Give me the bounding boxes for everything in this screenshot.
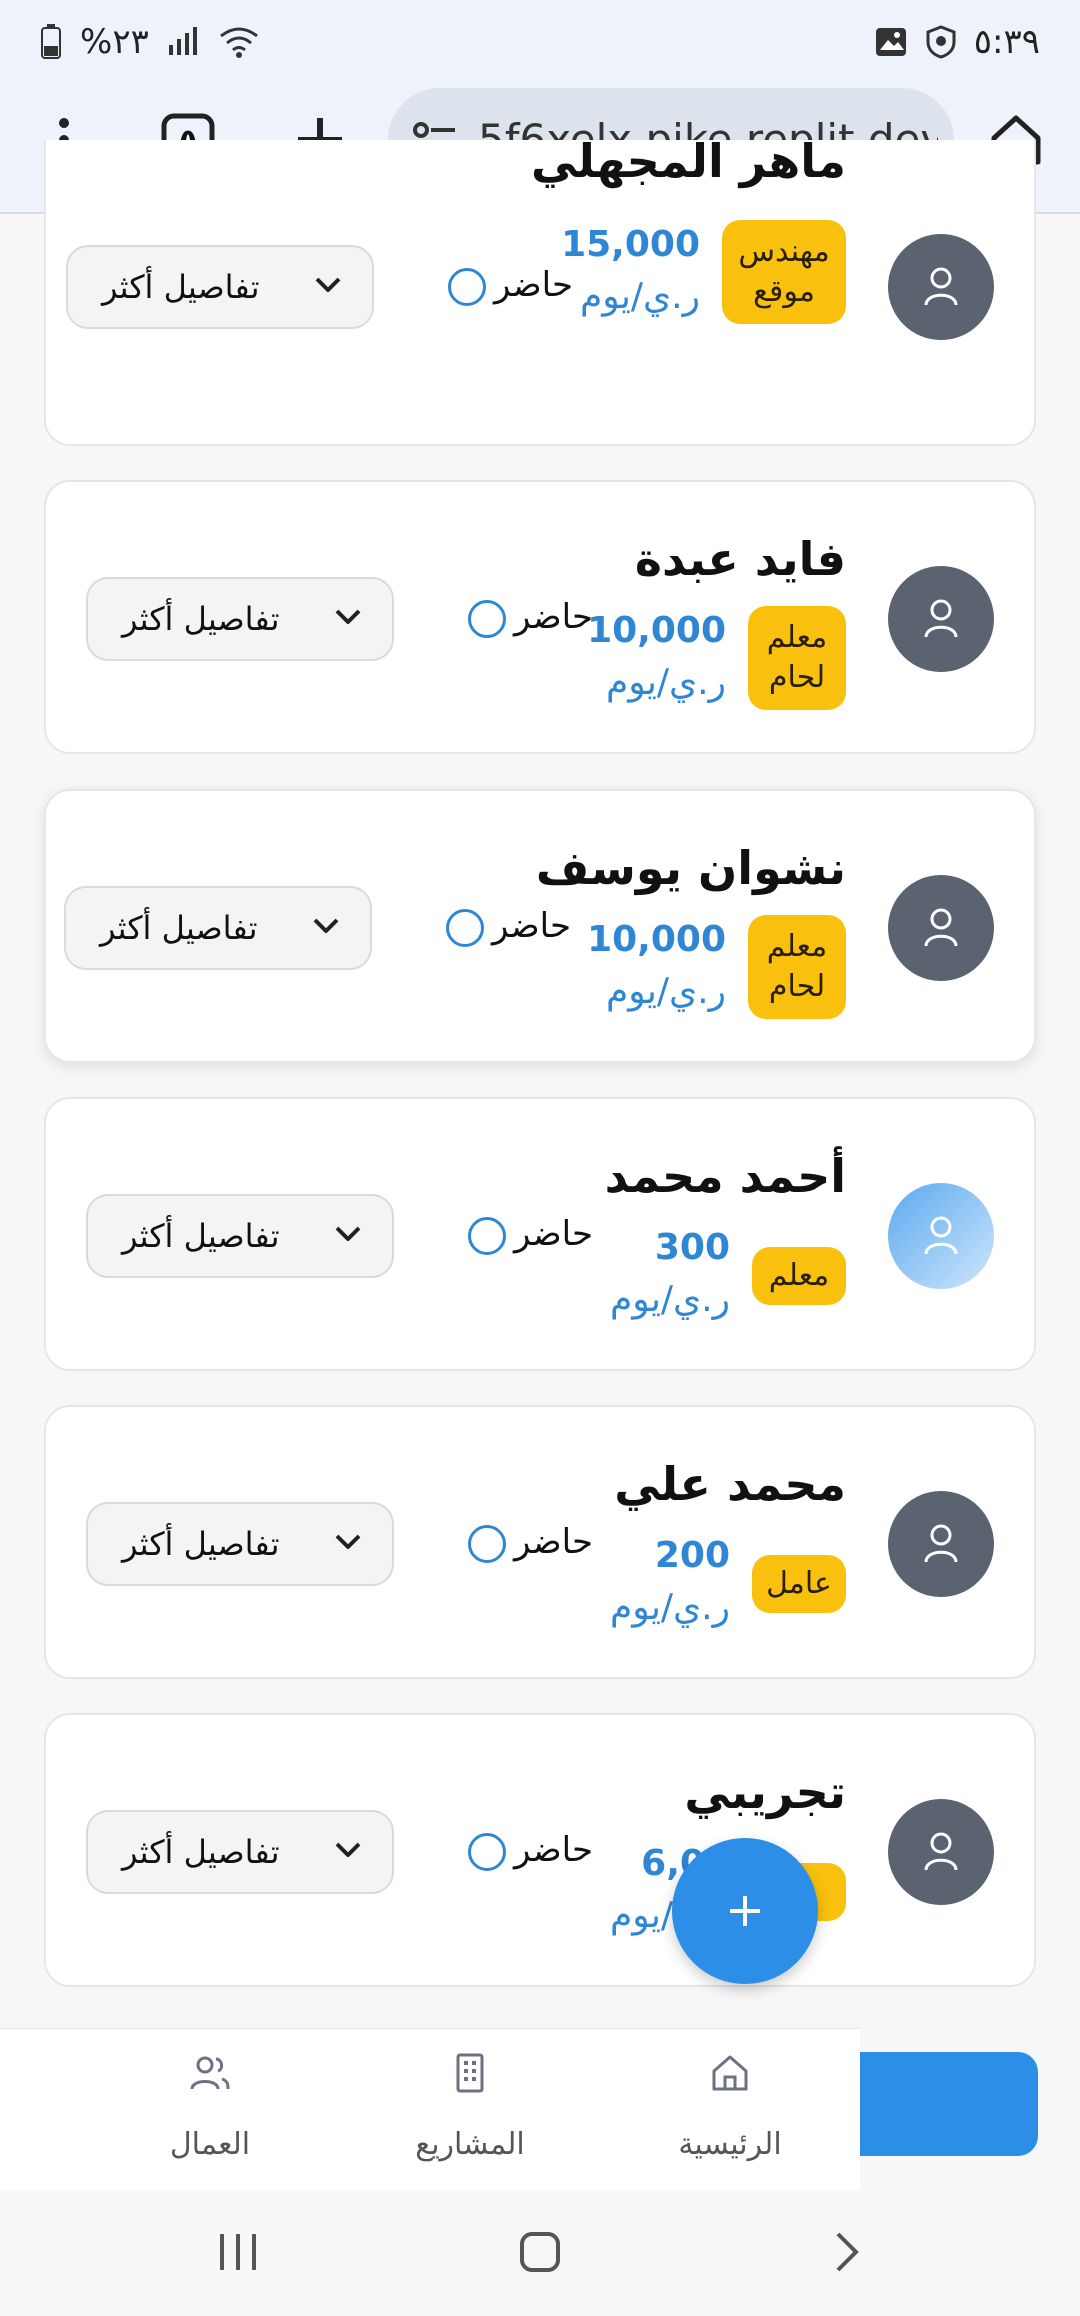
daily-wage: 200 bbox=[654, 1535, 730, 1576]
avatar bbox=[888, 1799, 994, 1905]
more-details-button[interactable]: تفاصيل أكثر bbox=[64, 886, 372, 970]
daily-wage: 10,000 bbox=[587, 919, 726, 960]
gallery-icon bbox=[874, 26, 908, 58]
user-icon bbox=[924, 599, 958, 638]
battery-icon bbox=[40, 24, 62, 60]
nav-home-label: الرئيسية bbox=[678, 2127, 782, 2162]
chevron-down-icon bbox=[334, 1841, 362, 1863]
plus-icon bbox=[730, 1896, 760, 1926]
worker-name: أحمد محمد bbox=[604, 1149, 846, 1203]
more-details-label: تفاصيل أكثر bbox=[122, 600, 280, 638]
add-worker-button[interactable] bbox=[672, 1838, 818, 1984]
worker-name: محمد علي bbox=[614, 1457, 846, 1511]
avatar bbox=[888, 566, 994, 672]
wage-unit: ر.ي/يوم bbox=[579, 276, 700, 317]
avatar bbox=[888, 234, 994, 340]
wage-unit: ر.ي/يوم bbox=[609, 1279, 730, 1320]
attendance-radio[interactable] bbox=[468, 1833, 506, 1871]
role-badge: عامل bbox=[752, 1555, 846, 1613]
worker-name: نشوان يوسف bbox=[535, 841, 846, 895]
status-right: ٥:٣٩ bbox=[874, 22, 1040, 62]
user-icon bbox=[924, 1524, 958, 1563]
chevron-down-icon bbox=[334, 1225, 362, 1247]
present-label: حاضر bbox=[514, 597, 594, 637]
more-details-label: تفاصيل أكثر bbox=[122, 1833, 280, 1871]
role-badge: معلم bbox=[752, 1247, 846, 1305]
attendance-radio[interactable] bbox=[468, 600, 506, 638]
user-icon bbox=[924, 1832, 958, 1871]
worker-card[interactable]: ماهر المجهلي مهندس موقع 15,000 ر.ي/يوم حاضر ت… bbox=[44, 134, 1036, 446]
building-icon bbox=[456, 2053, 484, 2093]
more-details-button[interactable]: تفاصيل أكثر bbox=[86, 1502, 394, 1586]
signal-icon bbox=[167, 27, 201, 57]
users-icon bbox=[190, 2056, 230, 2090]
avatar bbox=[888, 1491, 994, 1597]
system-navigation bbox=[0, 2190, 1080, 2316]
present-label: حاضر bbox=[514, 1830, 594, 1870]
wage-unit: ر.ي/يوم bbox=[609, 1587, 730, 1628]
worker-card[interactable]: نشوان يوسف معلم لحام 10,000 ر.ي/يوم حاضر تفاص… bbox=[44, 789, 1036, 1063]
status-bar: %٢٣ ٥:٣٩ bbox=[0, 0, 1080, 84]
attendance-radio[interactable] bbox=[468, 1217, 506, 1255]
worker-name: تجريبي bbox=[684, 1765, 846, 1819]
nav-projects-label: المشاريع bbox=[415, 2127, 525, 2162]
clock: ٥:٣٩ bbox=[973, 22, 1040, 62]
attendance-radio[interactable] bbox=[446, 909, 484, 947]
role-badge: معلم لحام bbox=[748, 606, 846, 710]
worker-card[interactable]: تجريبيعا6,00ر.ي/يومحاضرتفاصيل أكثر bbox=[44, 1713, 1036, 1987]
more-details-button[interactable]: تفاصيل أكثر bbox=[66, 245, 374, 329]
daily-wage: 10,000 bbox=[587, 610, 726, 651]
more-details-label: تفاصيل أكثر bbox=[122, 1525, 280, 1563]
blue-action-strip[interactable] bbox=[860, 2052, 1038, 2156]
worker-card[interactable]: محمد علي عامل 200 ر.ي/يوم حاضر تفاصيل أكثر bbox=[44, 1405, 1036, 1679]
more-details-button[interactable]: تفاصيل أكثر bbox=[86, 1194, 394, 1278]
avatar bbox=[888, 1183, 994, 1289]
present-label: حاضر bbox=[514, 1214, 594, 1254]
worker-name: ماهر المجهلي bbox=[531, 134, 846, 188]
nav-workers-label: العمال bbox=[169, 2127, 251, 2162]
status-left: %٢٣ bbox=[40, 22, 259, 62]
daily-wage: 15,000 bbox=[561, 224, 700, 265]
recent-apps-icon[interactable] bbox=[216, 2230, 260, 2274]
wifi-icon bbox=[219, 26, 259, 58]
worker-name: فايد عبدة bbox=[634, 532, 846, 586]
attendance-radio[interactable] bbox=[468, 1525, 506, 1563]
more-details-button[interactable]: تفاصيل أكثر bbox=[86, 1810, 394, 1894]
avatar bbox=[888, 875, 994, 981]
present-label: حاضر bbox=[492, 906, 572, 946]
more-details-label: تفاصيل أكثر bbox=[102, 268, 260, 306]
wage-unit: ر.ي/يوم bbox=[605, 662, 726, 703]
bottom-navigation: الرئيسية المشاريع العمال bbox=[0, 2028, 860, 2191]
home-icon bbox=[712, 2055, 748, 2091]
chevron-down-icon bbox=[334, 1533, 362, 1555]
more-details-label: تفاصيل أكثر bbox=[100, 909, 258, 947]
chevron-down-icon bbox=[314, 276, 342, 298]
attendance-radio[interactable] bbox=[448, 268, 486, 306]
worker-card[interactable]: فايد عبدة معلم لحام 10,000 ر.ي/يوم حاضر تفاصي… bbox=[44, 480, 1036, 754]
role-badge: مهندس موقع bbox=[722, 220, 846, 324]
worker-card[interactable]: أحمد محمد معلم 300 ر.ي/يوم حاضر تفاصيل أكثر bbox=[44, 1097, 1036, 1371]
battery-percent: %٢٣ bbox=[80, 22, 149, 62]
role-badge: معلم لحام bbox=[748, 915, 846, 1019]
home-button-icon[interactable] bbox=[518, 2230, 562, 2274]
chevron-down-icon bbox=[312, 917, 340, 939]
shield-icon bbox=[926, 25, 956, 59]
nav-home[interactable]: الرئيسية bbox=[620, 2029, 840, 2191]
nav-workers[interactable]: العمال bbox=[100, 2029, 320, 2191]
chevron-down-icon bbox=[334, 608, 362, 630]
more-details-button[interactable]: تفاصيل أكثر bbox=[86, 577, 394, 661]
wage-unit: ر.ي/يوم bbox=[605, 971, 726, 1012]
present-label: حاضر bbox=[494, 265, 574, 305]
user-icon bbox=[924, 1216, 958, 1255]
nav-projects[interactable]: المشاريع bbox=[360, 2029, 580, 2191]
user-icon bbox=[924, 267, 958, 306]
present-label: حاضر bbox=[514, 1522, 594, 1562]
daily-wage: 300 bbox=[654, 1227, 730, 1268]
back-icon[interactable] bbox=[824, 2230, 868, 2274]
user-icon bbox=[924, 908, 958, 947]
more-details-label: تفاصيل أكثر bbox=[122, 1217, 280, 1255]
